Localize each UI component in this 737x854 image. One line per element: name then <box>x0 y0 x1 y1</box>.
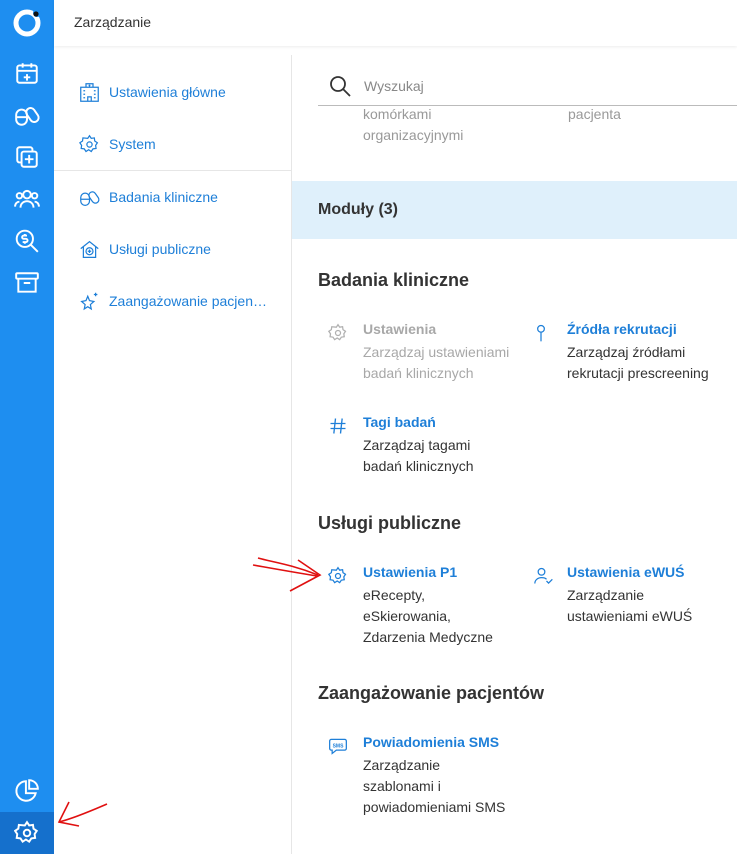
module-card-desc: Zarządzaj ustawieniami badań klinicznych <box>363 344 510 381</box>
sidebar-item-public-services[interactable]: Usługi publiczne <box>54 229 290 269</box>
module-card-title: Powiadomienia SMS <box>363 734 500 750</box>
hashtag-icon <box>326 414 350 438</box>
sidebar-item-clinical-trials[interactable]: Badania kliniczne <box>54 177 290 217</box>
module-card-title: Ustawienia <box>363 321 437 337</box>
sidebar-item-patient-engagement[interactable]: Zaangażowanie pacjentów <box>54 281 290 321</box>
gear-icon <box>326 564 350 588</box>
medical-plus-icon <box>16 146 38 168</box>
search-bar <box>318 66 737 106</box>
rail-reports-button[interactable] <box>0 771 54 811</box>
rail-calendar-button[interactable] <box>0 53 54 93</box>
modules-header: Moduły (3) <box>292 181 737 239</box>
search-input[interactable] <box>364 77 664 94</box>
sidebar-item-label: Badania kliniczne <box>109 189 218 205</box>
module-card-desc: Zarządzanie ustawieniami eWUŚ <box>567 587 693 624</box>
section-title: Usługi publiczne <box>318 513 462 533</box>
module-card-title: Ustawienia eWUŚ <box>567 564 685 580</box>
sidebar-item-system[interactable]: System <box>54 124 290 164</box>
house-plus-icon <box>78 238 100 260</box>
money-search-icon <box>15 229 39 253</box>
rail-finance-button[interactable] <box>0 221 54 261</box>
sidebar-item-label: Ustawienia główne <box>109 84 226 100</box>
icon-rail <box>0 0 54 854</box>
patients-icon <box>14 189 40 208</box>
module-card-title: Ustawienia P1 <box>363 564 458 580</box>
gear-icon <box>14 820 39 844</box>
rail-patients-button[interactable] <box>0 179 54 219</box>
gear-icon <box>78 133 100 155</box>
clipped-desc-right-1: pacjenta <box>568 106 621 122</box>
rail-pills-button[interactable] <box>0 95 54 135</box>
pie-chart-icon <box>15 779 39 802</box>
building-icon <box>78 81 100 103</box>
modules-header-title: Moduły (3) <box>318 201 398 218</box>
section-title: Zaangażowanie pacjentów <box>318 683 545 703</box>
clipped-desc-left-2: organizacyjnymi <box>363 127 464 143</box>
sidebar-item-label: Zaangażowanie pacjentów <box>109 293 269 309</box>
sidebar-item-label: Usługi publiczne <box>109 241 211 257</box>
module-card-title: Tagi badań <box>363 414 436 430</box>
sparkle-star-icon <box>78 290 100 312</box>
sidebar-divider <box>54 170 291 171</box>
clipped-desc-left-1: komórkami <box>363 106 432 122</box>
logo-icon <box>13 9 41 37</box>
pin-icon <box>529 321 553 345</box>
rail-medical-button[interactable] <box>0 137 54 177</box>
settings-sidebar: Ustawienia główne System Badania klinicz… <box>54 55 292 854</box>
svg-text:SMS: SMS <box>333 743 345 749</box>
main-content: komórkami organizacyjnymi pacjenta Moduł… <box>292 55 737 854</box>
page-title: Zarządzanie <box>74 14 152 30</box>
sidebar-item-main-settings[interactable]: Ustawienia główne <box>54 72 290 112</box>
module-card-desc: Zarządzaj źródłami rekrutacji prescreeni… <box>567 344 709 381</box>
rail-settings-button[interactable] <box>0 812 54 854</box>
gear-icon <box>326 321 350 345</box>
archive-icon <box>15 272 39 293</box>
module-card-desc: eRecepty, eSkierowania, Zdarzenia Medycz… <box>363 587 493 645</box>
calendar-add-icon <box>16 63 38 84</box>
search-icon <box>330 75 351 97</box>
top-bar: Zarządzanie <box>54 0 737 46</box>
module-card-desc: Zarządzaj tagami badań klinicznych <box>363 437 474 474</box>
pills-icon <box>78 186 100 208</box>
module-card-desc: Zarządzanie szablonami i powiadomieniami… <box>363 757 506 815</box>
app-logo[interactable] <box>0 0 54 46</box>
rail-archive-button[interactable] <box>0 263 54 303</box>
user-check-icon <box>532 564 556 588</box>
sms-bubble-icon: SMS <box>326 734 350 758</box>
module-card-title: Źródła rekrutacji <box>567 321 677 337</box>
section-title: Badania kliniczne <box>318 270 470 290</box>
pills-icon <box>15 107 40 126</box>
sidebar-item-label: System <box>109 136 156 152</box>
